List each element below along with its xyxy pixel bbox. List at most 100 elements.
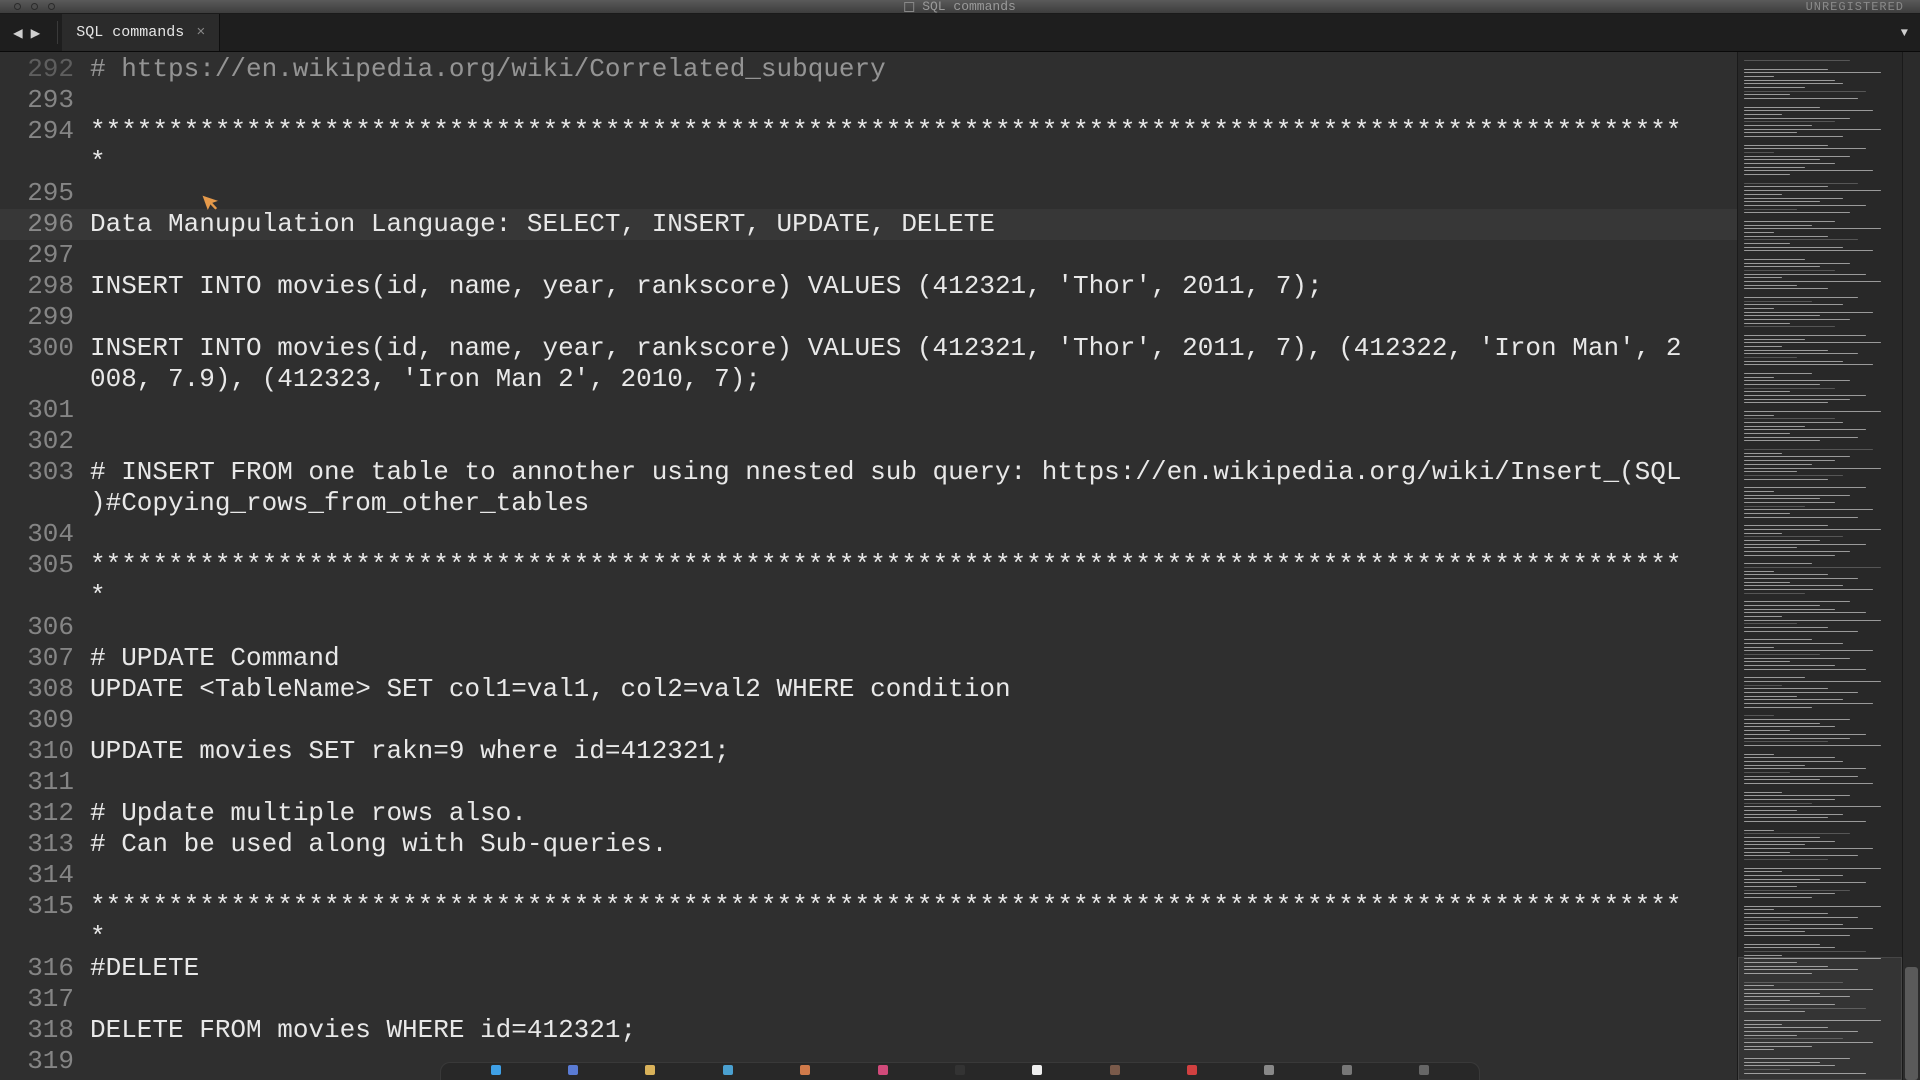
code-line[interactable]: ****************************************…: [90, 550, 1727, 581]
code-line[interactable]: [90, 767, 1727, 798]
code-line[interactable]: [90, 302, 1727, 333]
line-number: 292: [0, 54, 74, 85]
code-line[interactable]: [90, 519, 1727, 550]
code-line[interactable]: # UPDATE Command: [90, 643, 1727, 674]
minimize-window-icon[interactable]: [31, 3, 38, 10]
code-area[interactable]: # https://en.wikipedia.org/wiki/Correlat…: [90, 52, 1737, 1080]
code-line[interactable]: *: [90, 147, 1727, 178]
code-line[interactable]: 008, 7.9), (412323, 'Iron Man 2', 2010, …: [90, 364, 1727, 395]
scrollbar-thumb[interactable]: [1905, 967, 1918, 1080]
line-number: 316: [0, 953, 74, 984]
tab-menu-button[interactable]: ▼: [1901, 14, 1908, 51]
code-line[interactable]: # Update multiple rows also.: [90, 798, 1727, 829]
vertical-scrollbar[interactable]: [1902, 52, 1920, 1080]
line-number: 307: [0, 643, 74, 674]
macos-dock[interactable]: [440, 1062, 1480, 1080]
code-line[interactable]: Data Manupulation Language: SELECT, INSE…: [90, 209, 1727, 240]
editor-pane[interactable]: 2922932942952962972982993003013023033043…: [0, 52, 1737, 1080]
minimap-content: [1744, 60, 1896, 1072]
tab-label: SQL commands: [76, 24, 184, 41]
line-number: 300: [0, 333, 74, 364]
tab-sql-commands[interactable]: SQL commands ×: [62, 14, 220, 51]
line-number: 314: [0, 860, 74, 891]
dock-app-terminal[interactable]: [955, 1065, 965, 1075]
line-number: 308: [0, 674, 74, 705]
dock-app-finder[interactable]: [491, 1065, 501, 1075]
code-line[interactable]: UPDATE <TableName> SET col1=val1, col2=v…: [90, 674, 1727, 705]
line-number: 303: [0, 457, 74, 488]
line-number: 295: [0, 178, 74, 209]
dock-app-messages[interactable]: [878, 1065, 888, 1075]
code-line[interactable]: [90, 178, 1727, 209]
dock-app-mail[interactable]: [568, 1065, 578, 1075]
line-number: 311: [0, 767, 74, 798]
code-line[interactable]: #DELETE: [90, 953, 1727, 984]
line-number: 318: [0, 1015, 74, 1046]
line-number: 302: [0, 426, 74, 457]
code-line[interactable]: INSERT INTO movies(id, name, year, ranks…: [90, 333, 1727, 364]
line-number: [0, 581, 74, 612]
line-number-gutter[interactable]: 2922932942952962972982993003013023033043…: [0, 52, 90, 1080]
code-line[interactable]: # Can be used along with Sub-queries.: [90, 829, 1727, 860]
dock-app-trash[interactable]: [1419, 1065, 1429, 1075]
code-line[interactable]: ****************************************…: [90, 116, 1727, 147]
dock-app-notes[interactable]: [645, 1065, 655, 1075]
dock-app-settings[interactable]: [1342, 1065, 1352, 1075]
registration-status: UNREGISTERED: [1806, 0, 1904, 14]
code-line[interactable]: [90, 612, 1727, 643]
code-line[interactable]: [90, 85, 1727, 116]
document-dirty-icon: [904, 2, 914, 12]
dock-app-reminders[interactable]: [800, 1065, 810, 1075]
line-number: 304: [0, 519, 74, 550]
line-number: 297: [0, 240, 74, 271]
dock-app-photos[interactable]: [1187, 1065, 1197, 1075]
nav-forward-button[interactable]: ▶: [28, 23, 44, 43]
code-line[interactable]: INSERT INTO movies(id, name, year, ranks…: [90, 271, 1727, 302]
code-line[interactable]: *: [90, 922, 1727, 953]
line-number: 301: [0, 395, 74, 426]
tab-bar: ◀ ▶ SQL commands × ▼: [0, 14, 1920, 52]
code-line[interactable]: [90, 240, 1727, 271]
code-line[interactable]: # https://en.wikipedia.org/wiki/Correlat…: [90, 54, 1727, 85]
code-line[interactable]: [90, 860, 1727, 891]
dock-app-safari[interactable]: [723, 1065, 733, 1075]
line-number: 315: [0, 891, 74, 922]
code-line[interactable]: DELETE FROM movies WHERE id=412321;: [90, 1015, 1727, 1046]
line-number: 310: [0, 736, 74, 767]
minimap[interactable]: [1737, 52, 1902, 1080]
code-line[interactable]: # INSERT FROM one table to annother usin…: [90, 457, 1727, 488]
line-number: [0, 488, 74, 519]
code-line[interactable]: ****************************************…: [90, 891, 1727, 922]
code-line[interactable]: [90, 426, 1727, 457]
line-number: 312: [0, 798, 74, 829]
line-number: 299: [0, 302, 74, 333]
history-nav: ◀ ▶: [0, 14, 53, 51]
line-number: 305: [0, 550, 74, 581]
zoom-window-icon[interactable]: [48, 3, 55, 10]
dock-app-music[interactable]: [1110, 1065, 1120, 1075]
window-title-text: SQL commands: [922, 0, 1016, 14]
line-number: 309: [0, 705, 74, 736]
dock-app-editor[interactable]: [1032, 1065, 1042, 1075]
line-number: 319: [0, 1046, 74, 1077]
tab-close-button[interactable]: ×: [196, 24, 205, 41]
line-number: 293: [0, 85, 74, 116]
code-line[interactable]: [90, 984, 1727, 1015]
code-line[interactable]: *: [90, 581, 1727, 612]
line-number: [0, 147, 74, 178]
editor-main: 2922932942952962972982993003013023033043…: [0, 52, 1920, 1080]
line-number: 298: [0, 271, 74, 302]
line-number: 294: [0, 116, 74, 147]
code-line[interactable]: UPDATE movies SET rakn=9 where id=412321…: [90, 736, 1727, 767]
code-line[interactable]: [90, 705, 1727, 736]
dock-app-appstore[interactable]: [1264, 1065, 1274, 1075]
close-window-icon[interactable]: [14, 3, 21, 10]
line-number: 296: [0, 209, 74, 240]
minimap-viewport[interactable]: [1738, 957, 1902, 1080]
window-controls[interactable]: [0, 0, 55, 13]
code-line[interactable]: [90, 395, 1727, 426]
line-number: [0, 922, 74, 953]
line-number: 317: [0, 984, 74, 1015]
nav-back-button[interactable]: ◀: [10, 23, 26, 43]
code-line[interactable]: )#Copying_rows_from_other_tables: [90, 488, 1727, 519]
